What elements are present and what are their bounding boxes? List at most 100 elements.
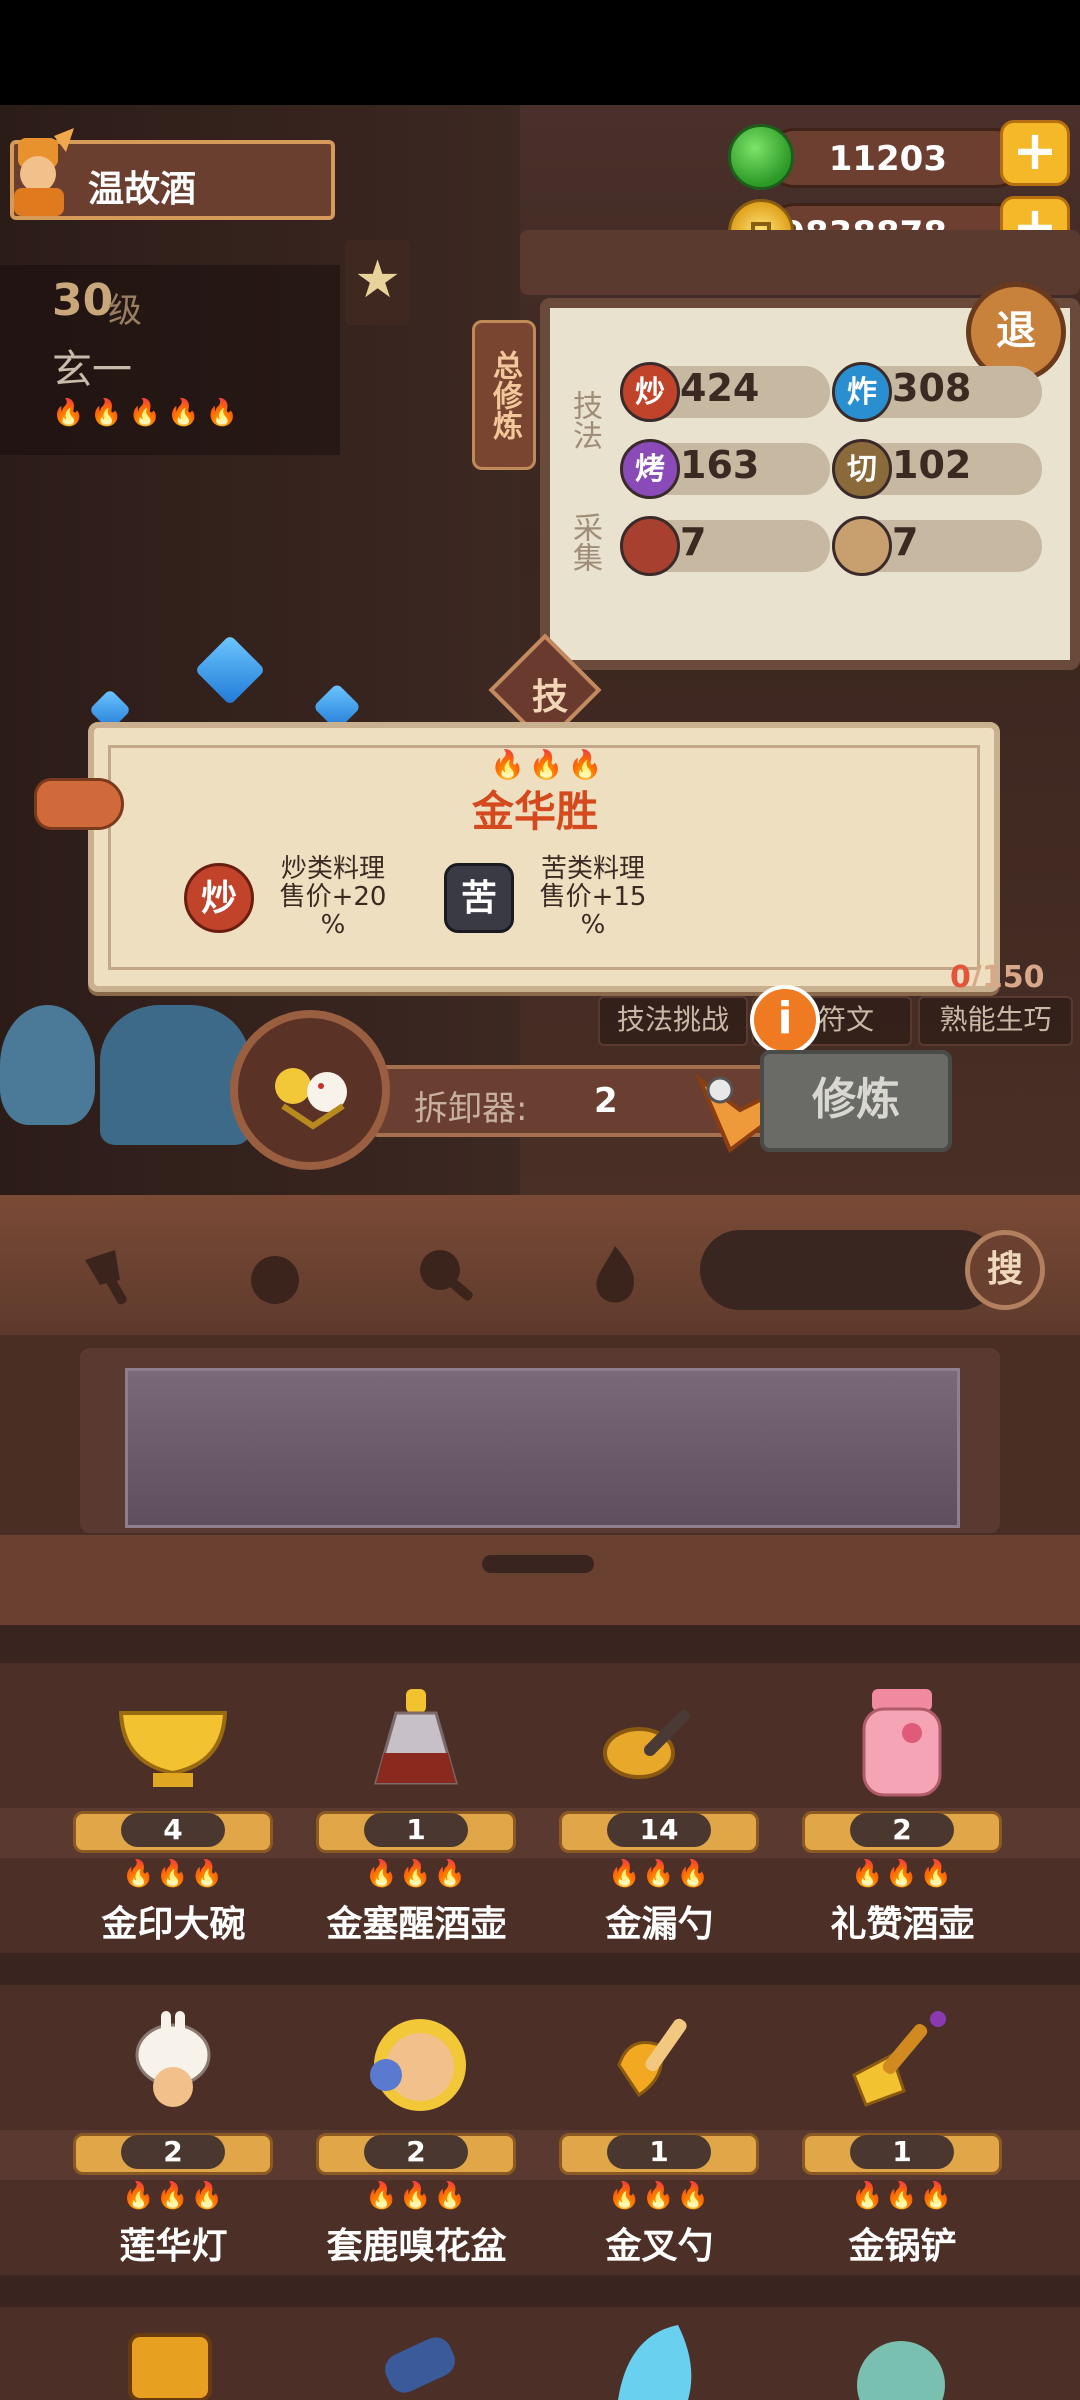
attr-2-line1: 苦类料理: [540, 854, 645, 884]
golden-bowl-icon: [118, 1711, 228, 1787]
ceremonial-wine-pot-icon: [862, 1689, 942, 1797]
stir-fry-attr-icon: 炒: [184, 863, 254, 933]
dismantle-value: 2: [594, 1081, 618, 1121]
golden-spatula-icon: [852, 2011, 946, 2107]
deep-fry-value: 308: [892, 366, 972, 410]
attr-2-line3: %: [580, 910, 606, 940]
item-count: 14: [607, 1813, 711, 1847]
meat-gather-icon: [620, 516, 680, 576]
item-count: 4: [121, 1813, 225, 1847]
skill-tag-label: 技: [531, 677, 568, 718]
meat-gather-value: 7: [680, 520, 707, 564]
item-flames: 🔥🔥🔥: [121, 2181, 226, 2211]
decoration-slot[interactable]: [230, 1010, 390, 1170]
cultivate-button[interactable]: 修炼: [760, 1050, 952, 1152]
dismantle-label: 拆卸器:: [414, 1089, 528, 1129]
cut-value: 102: [892, 443, 972, 487]
item-count: 2: [850, 1813, 954, 1847]
item-name: 套鹿嗅花盆: [326, 2226, 507, 2267]
tab-technique-challenge[interactable]: 技法挑战: [598, 996, 748, 1046]
item-flames: 🔥🔥🔥: [850, 2181, 955, 2211]
level-unit: 级: [108, 291, 142, 331]
blue-crystal-icon[interactable]: [598, 2325, 718, 2400]
roast-icon: 烤: [620, 439, 680, 499]
item-name: 金锅铲: [848, 2226, 957, 2267]
jade-counter: 11203: [765, 128, 1025, 188]
item-card[interactable]: 2 🔥🔥🔥 莲华灯: [51, 1985, 296, 2275]
frying-pan-icon[interactable]: [410, 1240, 480, 1310]
player-rank: 玄一: [52, 347, 132, 393]
item-flames: 🔥🔥🔥: [850, 1859, 955, 1889]
golden-hammer-icon[interactable]: [110, 2325, 230, 2400]
display-case-base: [0, 1535, 1080, 1625]
wine-decanter-icon: [374, 1689, 458, 1785]
stir-fry-icon: 炒: [620, 362, 680, 422]
jade-icon: [728, 124, 794, 190]
item-flames: 🔥🔥🔥: [607, 1859, 712, 1889]
item-name: 莲华灯: [119, 2226, 228, 2267]
drag-handle[interactable]: [482, 1555, 594, 1573]
item-card[interactable]: 4 🔥🔥🔥 金印大碗: [51, 1663, 296, 1953]
flame-icon[interactable]: [580, 1240, 650, 1310]
item-count: 1: [607, 2135, 711, 2169]
deer-flowerpot-icon: [370, 2019, 466, 2111]
item-name: 金塞醒酒壶: [326, 1904, 507, 1945]
star-badge-icon[interactable]: ★: [345, 240, 410, 325]
grain-gather-icon: [832, 516, 892, 576]
progress-counter: 0/150: [950, 960, 1044, 995]
jade-amount: 11203: [828, 139, 947, 179]
item-card[interactable]: 1 🔥🔥🔥 金塞醒酒壶: [294, 1663, 539, 1953]
attr-2-line2: 售价+15: [539, 882, 647, 912]
item-flames: 🔥🔥🔥: [364, 2181, 469, 2211]
item-flames: 🔥🔥🔥: [607, 2181, 712, 2211]
progress-total: /150: [970, 960, 1045, 995]
rank-flames: 🔥🔥🔥🔥🔥: [52, 398, 244, 428]
jade-orb-icon[interactable]: [841, 2325, 961, 2400]
fish-creature[interactable]: [0, 1005, 95, 1125]
item-card[interactable]: 1 🔥🔥🔥 金叉勺: [537, 1985, 782, 2275]
bitter-attr-icon: 苦: [444, 863, 514, 933]
display-case-glass: [125, 1368, 960, 1528]
item-card[interactable]: 2 🔥🔥🔥 礼赞酒壶: [780, 1663, 1025, 1953]
attr-1-line2: 售价+20: [279, 882, 387, 912]
add-jade-button[interactable]: +: [1000, 120, 1070, 186]
pointing-hand-icon: [34, 778, 124, 830]
search-button[interactable]: 搜: [965, 1230, 1045, 1310]
player-avatar-icon[interactable]: [4, 128, 78, 220]
item-count: 1: [850, 2135, 954, 2169]
item-card[interactable]: 2 🔥🔥🔥 套鹿嗅花盆: [294, 1985, 539, 2275]
golden-flower-icon: [275, 1068, 347, 1130]
total-cultivation-tag[interactable]: 总修炼: [472, 320, 536, 470]
item-card[interactable]: 14 🔥🔥🔥 金漏勺: [537, 1663, 782, 1953]
popup-flames: 🔥🔥🔥: [490, 748, 607, 781]
technique-label: 技法: [567, 390, 602, 450]
gather-label: 采集: [567, 512, 602, 572]
pouch-icon[interactable]: [240, 1240, 310, 1310]
progress-current: 0: [950, 960, 971, 995]
lotus-lamp-icon: [135, 2011, 211, 2107]
tab-practice[interactable]: 熟能生巧: [918, 996, 1073, 1046]
robed-character[interactable]: [100, 1005, 250, 1145]
item-name: 礼赞酒壶: [830, 1904, 975, 1945]
item-flames: 🔥🔥🔥: [121, 1859, 226, 1889]
item-name: 金漏勺: [605, 1904, 714, 1945]
item-count: 2: [121, 2135, 225, 2169]
roast-value: 163: [680, 443, 760, 487]
golden-fork-spoon-icon: [617, 2018, 687, 2098]
attr-1-line1: 炒类料理: [280, 854, 385, 884]
deep-fry-icon: 炸: [832, 362, 892, 422]
stir-fry-value: 424: [680, 366, 760, 410]
knife-icon[interactable]: [75, 1240, 145, 1310]
golden-ladle-icon: [603, 1710, 690, 1779]
attr-1-line3: %: [320, 910, 346, 940]
scroll-brush-icon[interactable]: [355, 2325, 475, 2400]
item-count: 1: [364, 1813, 468, 1847]
popup-title: 金华胜: [471, 787, 598, 836]
info-button[interactable]: i: [750, 985, 820, 1055]
cut-icon: 切: [832, 439, 892, 499]
item-card[interactable]: 1 🔥🔥🔥 金锅铲: [780, 1985, 1025, 2275]
player-name: 温故酒: [88, 169, 197, 210]
player-level: 30: [52, 275, 114, 326]
item-count: 2: [364, 2135, 468, 2169]
search-input[interactable]: [700, 1230, 1000, 1310]
